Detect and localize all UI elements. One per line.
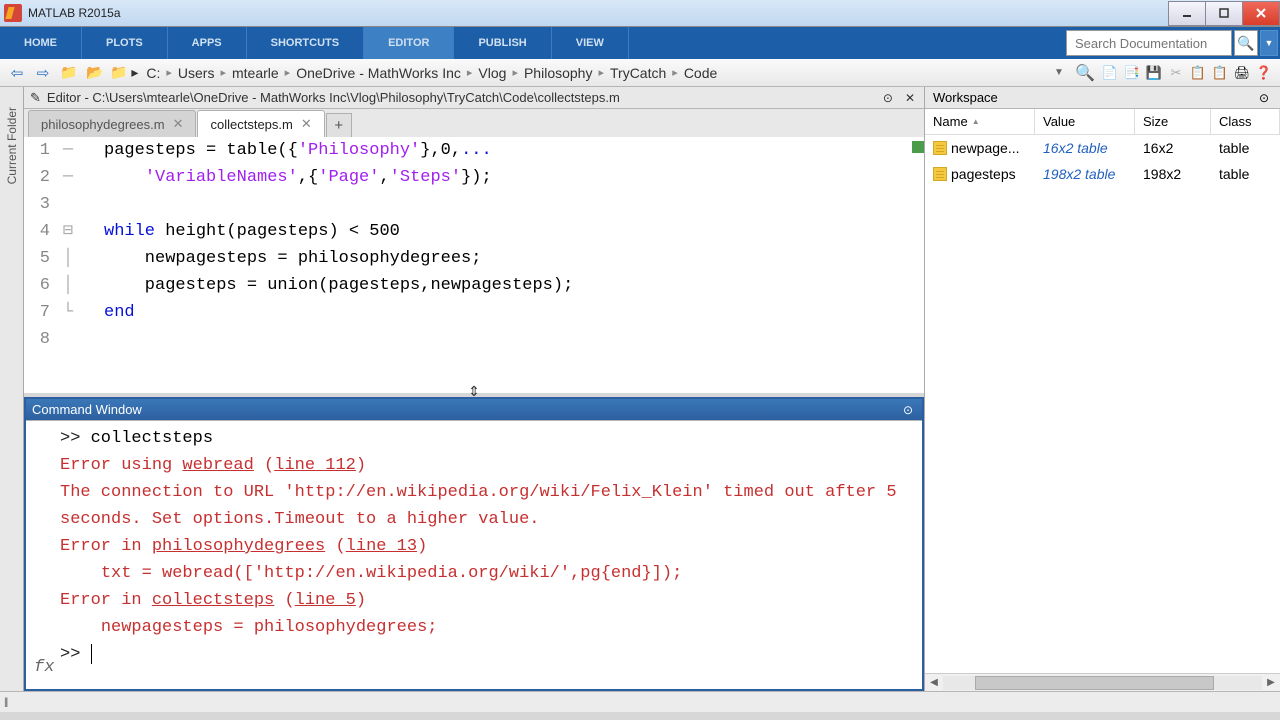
workspace-columns[interactable]: Name▲ Value Size Class [925, 109, 1280, 135]
tab-shortcuts[interactable]: SHORTCUTS [247, 27, 364, 59]
code-health-indicator [912, 141, 924, 153]
fold-column[interactable]: ──⊟││└ [56, 137, 80, 393]
horizontal-splitter[interactable]: ⇕ [24, 393, 924, 397]
current-folder-tab[interactable]: Current Folder [0, 87, 24, 691]
variable-row[interactable]: pagesteps 198x2 table 198x2 table [925, 161, 1280, 187]
window-titlebar: MATLAB R2015a [0, 0, 1280, 27]
resize-cursor-icon: ⇕ [468, 383, 480, 400]
workspace-header: Workspace ⊙ [925, 87, 1280, 109]
fx-icon[interactable]: fx [34, 654, 60, 681]
editor-panel-header: ✎ Editor - C:\Users\mtearle\OneDrive - M… [24, 87, 924, 109]
command-window-panel: Command Window ⊙ fx >> collectsteps Erro… [24, 397, 924, 691]
variable-row[interactable]: newpage... 16x2 table 16x2 table [925, 135, 1280, 161]
nav-back-button[interactable]: ⇦ [6, 62, 28, 84]
save-icon[interactable]: 💾 [1144, 63, 1164, 83]
tab-close-icon[interactable]: ✕ [173, 116, 184, 132]
editor-close-icon[interactable]: ✕ [902, 91, 918, 105]
path-dropdown[interactable]: ▼ [1048, 62, 1070, 84]
table-var-icon [933, 141, 947, 155]
window-title: MATLAB R2015a [28, 6, 121, 20]
paste-icon[interactable]: 📋 [1210, 63, 1230, 83]
new-script-icon[interactable]: 📄 [1100, 63, 1120, 83]
file-tab-collectsteps[interactable]: collectsteps.m ✕ [197, 110, 324, 137]
file-tab-philosophydegrees[interactable]: philosophydegrees.m ✕ [28, 110, 196, 137]
tab-publish[interactable]: PUBLISH [454, 27, 551, 59]
nav-up-button[interactable]: 📂 [84, 62, 106, 84]
code-editor[interactable]: 12345678 ──⊟││└ pagesteps = table({'Phil… [24, 137, 924, 393]
command-window-header: Command Window ⊙ [26, 399, 922, 421]
navbar: ⇦ ⇨ 📁 📂 📁 ▸ C:▸ Users▸ mtearle▸ OneDrive… [0, 59, 1280, 87]
minimize-button[interactable] [1168, 1, 1206, 26]
tab-view[interactable]: VIEW [552, 27, 629, 59]
tab-close-icon[interactable]: ✕ [301, 116, 312, 132]
tab-apps[interactable]: APPS [168, 27, 247, 59]
search-button[interactable]: 🔍 [1234, 30, 1258, 56]
tab-editor[interactable]: EDITOR [364, 27, 454, 59]
table-var-icon [933, 167, 947, 181]
print-icon[interactable]: 🖨 [1232, 63, 1252, 83]
file-tabs: philosophydegrees.m ✕ collectsteps.m ✕ + [24, 109, 924, 137]
workspace-scrollbar[interactable]: ◀ ▶ [925, 673, 1280, 691]
copy-icon[interactable]: 📋 [1188, 63, 1208, 83]
workspace-variables: newpage... 16x2 table 16x2 table pageste… [925, 135, 1280, 673]
tab-plots[interactable]: PLOTS [82, 27, 168, 59]
search-input[interactable] [1066, 30, 1232, 56]
code-content[interactable]: pagesteps = table({'Philosophy'},0,... '… [80, 137, 924, 393]
close-button[interactable] [1242, 1, 1280, 26]
nav-folder-button[interactable]: 📁 [58, 62, 80, 84]
add-tab-button[interactable]: + [326, 113, 352, 137]
line-numbers: 12345678 [24, 137, 56, 393]
command-dropdown-icon[interactable]: ⊙ [900, 403, 916, 417]
toolstrip-dropdown[interactable]: ▼ [1260, 30, 1278, 56]
matlab-icon [4, 4, 22, 22]
tab-home[interactable]: HOME [0, 27, 82, 59]
editor-file-icon: ✎ [30, 90, 41, 106]
maximize-button[interactable] [1205, 1, 1243, 26]
help-icon[interactable]: ❓ [1254, 63, 1274, 83]
nav-forward-button[interactable]: ⇨ [32, 62, 54, 84]
new-icon[interactable]: 📑 [1122, 63, 1142, 83]
cut-icon[interactable]: ✂ [1166, 63, 1186, 83]
editor-dropdown-icon[interactable]: ⊙ [880, 91, 896, 105]
toolstrip: HOME PLOTS APPS SHORTCUTS EDITOR PUBLISH… [0, 27, 1280, 59]
editor-title: Editor - C:\Users\mtearle\OneDrive - Mat… [47, 90, 874, 105]
command-window[interactable]: fx >> collectsteps Error using webread (… [26, 421, 922, 689]
statusbar-grip-icon: |||| [4, 697, 6, 708]
statusbar: |||| [0, 691, 1280, 712]
search-path-button[interactable]: 🔍 [1074, 62, 1096, 84]
workspace-dropdown-icon[interactable]: ⊙ [1256, 91, 1272, 105]
workspace-panel: Workspace ⊙ Name▲ Value Size Class newpa… [924, 87, 1280, 691]
breadcrumb[interactable]: 📁 ▸ C:▸ Users▸ mtearle▸ OneDrive - MathW… [110, 63, 1044, 83]
